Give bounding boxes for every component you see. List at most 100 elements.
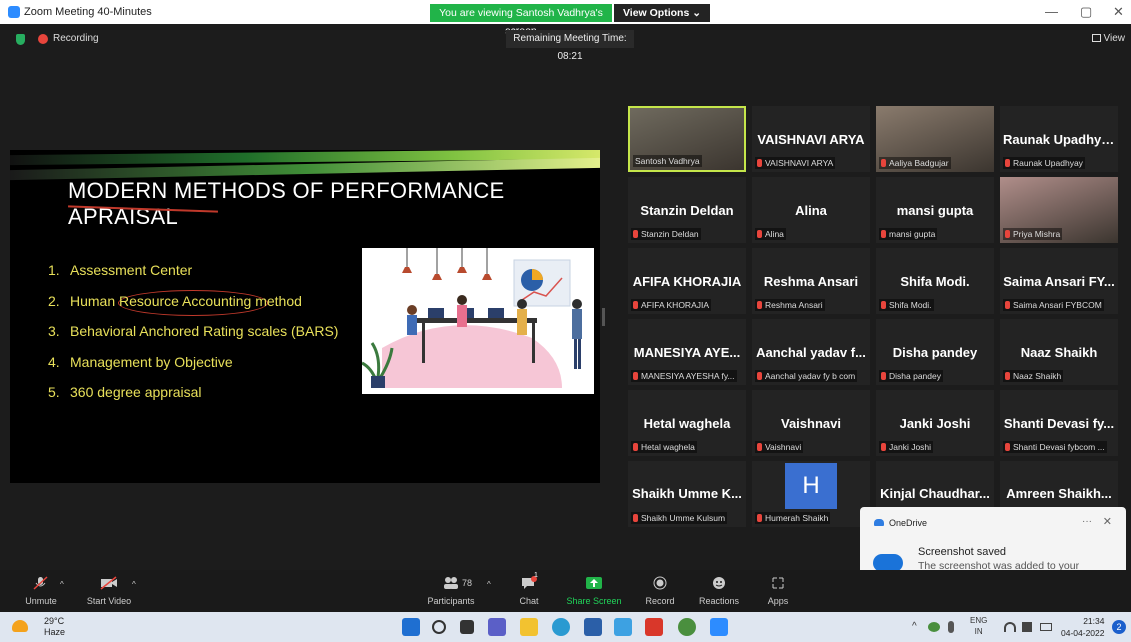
participant-name-text: Raunak Upadhyay <box>1013 158 1083 168</box>
minimize-button[interactable]: — <box>1045 4 1058 19</box>
mcafee-icon[interactable] <box>645 618 663 636</box>
recording-label[interactable]: Recording <box>53 33 99 44</box>
edge-browser-icon[interactable] <box>552 618 570 636</box>
start-windows-icon[interactable] <box>402 618 420 636</box>
participant-tile[interactable]: MANESIYA AYE... MANESIYA AYESHA fy... <box>628 319 746 385</box>
unmute-button[interactable]: Unmute <box>24 576 58 606</box>
notification-more-button[interactable]: ··· <box>1082 516 1092 527</box>
participant-tile[interactable]: Disha pandey Disha pandey <box>876 319 994 385</box>
app-icon-blue[interactable] <box>614 618 632 636</box>
record-button[interactable]: Record <box>642 576 678 606</box>
file-explorer-icon[interactable] <box>520 618 538 636</box>
chat-unread-badge: 1 <box>534 572 538 579</box>
notification-count-badge[interactable]: 2 <box>1112 620 1126 634</box>
battery-icon[interactable] <box>1040 623 1052 631</box>
participant-name-label: AFIFA KHORAJIA <box>631 299 712 311</box>
apps-button[interactable]: Apps <box>764 576 792 606</box>
slide-title: MODERN METHODS OF PERFORMANCE APRAISAL <box>68 178 505 229</box>
search-icon[interactable] <box>432 620 446 634</box>
participant-name-label: Priya Mishra <box>1003 228 1063 240</box>
participant-tile[interactable]: Reshma Ansari Reshma Ansari <box>752 248 870 314</box>
participant-tile[interactable]: Priya Mishra <box>1000 177 1118 243</box>
wifi-icon[interactable] <box>1004 622 1016 632</box>
participant-tile[interactable]: AFIFA KHORAJIA AFIFA KHORAJIA <box>628 248 746 314</box>
volume-icon[interactable] <box>1022 622 1032 632</box>
notification-app-name: OneDrive <box>889 518 928 528</box>
participant-tile[interactable]: mansi gupta mansi gupta <box>876 177 994 243</box>
participants-label: Participants <box>427 596 475 606</box>
participant-tile[interactable]: Vaishnavi Vaishnavi <box>752 390 870 456</box>
reactions-button[interactable]: Reactions <box>698 576 740 606</box>
participant-display-name: Reshma Ansari <box>763 274 859 289</box>
participant-name-label: Shifa Modi. <box>879 299 934 311</box>
participant-tile[interactable]: Alina Alina <box>752 177 870 243</box>
audio-options-caret[interactable]: ^ <box>60 580 64 589</box>
view-button[interactable]: View <box>1091 33 1126 44</box>
participant-display-name: Aanchal yadav f... <box>756 345 866 360</box>
participant-tile[interactable]: Janki Joshi Janki Joshi <box>876 390 994 456</box>
participant-name-text: Humerah Shaikh <box>765 513 829 523</box>
participant-tile[interactable]: Stanzin Deldan Stanzin Deldan <box>628 177 746 243</box>
participant-display-name: Shaikh Umme K... <box>632 486 742 501</box>
pane-resize-handle[interactable] <box>602 308 605 326</box>
microphone-tray-icon[interactable] <box>948 621 954 633</box>
participant-tile[interactable]: VAISHNAVI ARYA VAISHNAVI ARYA <box>752 106 870 172</box>
participant-tile[interactable]: H Humerah Shaikh <box>752 461 870 527</box>
participant-name-text: Priya Mishra <box>1013 229 1061 239</box>
meeting-toolbar: Unmute ^ Start Video ^ Participants 78 ^… <box>0 570 1131 612</box>
chrome-icon[interactable] <box>678 618 696 636</box>
participant-tile[interactable]: Naaz Shaikh Naaz Shaikh <box>1000 319 1118 385</box>
video-options-caret[interactable]: ^ <box>132 580 136 589</box>
share-screen-button[interactable]: Share Screen <box>566 576 622 606</box>
security-shield-icon[interactable] <box>16 34 25 45</box>
participant-tile[interactable]: Shanti Devasi fy... Shanti Devasi fybcom … <box>1000 390 1118 456</box>
view-button-label: View <box>1103 33 1126 44</box>
chat-teams-icon[interactable] <box>488 618 506 636</box>
muted-mic-icon <box>33 576 48 590</box>
temperature: 29°C <box>44 616 65 626</box>
title-bar: Zoom Meeting 40-Minutes You are viewing … <box>0 0 1131 37</box>
weather-widget[interactable]: 29°C Haze <box>44 616 65 638</box>
participant-name-label: Alina <box>755 228 786 240</box>
participant-display-name: Vaishnavi <box>781 416 841 431</box>
slide-item-text: Assessment Center <box>70 262 193 278</box>
participant-tile[interactable]: Santosh Vadhrya <box>628 106 746 172</box>
participant-display-name: Janki Joshi <box>899 416 971 431</box>
muted-mic-icon <box>633 230 638 238</box>
store-icon[interactable] <box>584 618 602 636</box>
participant-name-text: Vaishnavi <box>765 442 802 452</box>
muted-mic-icon <box>757 301 762 309</box>
participant-display-name: MANESIYA AYE... <box>633 345 741 360</box>
participant-display-name: Raunak Upadhyay <box>1003 132 1116 147</box>
muted-mic-icon <box>633 372 638 380</box>
task-view-icon[interactable] <box>460 620 474 634</box>
reactions-label: Reactions <box>698 596 740 606</box>
close-window-button[interactable]: ✕ <box>1113 4 1124 20</box>
participant-name-text: Saima Ansari FYBCOM <box>1013 300 1102 310</box>
participants-options-caret[interactable]: ^ <box>487 580 491 589</box>
participant-tile[interactable]: Aaliya Badgujar <box>876 106 994 172</box>
participant-tile[interactable]: Raunak Upadhyay Raunak Upadhyay <box>1000 106 1118 172</box>
participant-tile[interactable]: Shaikh Umme K... Shaikh Umme Kulsum <box>628 461 746 527</box>
participant-tile[interactable]: Saima Ansari FY... Saima Ansari FYBCOM <box>1000 248 1118 314</box>
participant-name-text: Disha pandey <box>889 371 941 381</box>
language-indicator[interactable]: ENG IN <box>970 615 987 637</box>
clock[interactable]: 21:34 04-04-2022 <box>1061 615 1104 639</box>
zoom-taskbar-icon[interactable] <box>710 618 728 636</box>
notification-close-button[interactable]: ✕ <box>1103 515 1112 528</box>
show-hidden-icons[interactable]: ^ <box>912 621 917 632</box>
tray-app-icon[interactable] <box>928 622 940 632</box>
slide-item-number: 4. <box>48 353 60 370</box>
chat-button[interactable]: Chat 1 <box>512 572 546 606</box>
participant-name-label: Aaliya Badgujar <box>879 157 951 169</box>
participant-tile[interactable]: Aanchal yadav f... Aanchal yadav fy b com <box>752 319 870 385</box>
participant-tile[interactable]: Shifa Modi. Shifa Modi. <box>876 248 994 314</box>
view-options-button[interactable]: View Options ⌄ <box>614 4 710 22</box>
participant-tile[interactable]: Hetal waghela Hetal waghela <box>628 390 746 456</box>
slide-list-item: 1. Assessment Center <box>48 262 338 293</box>
start-video-button[interactable]: Start Video <box>84 576 134 606</box>
reactions-icon <box>713 577 725 589</box>
maximize-button[interactable]: ▢ <box>1080 4 1092 20</box>
record-label: Record <box>645 596 675 606</box>
weather-icon[interactable] <box>12 620 28 632</box>
